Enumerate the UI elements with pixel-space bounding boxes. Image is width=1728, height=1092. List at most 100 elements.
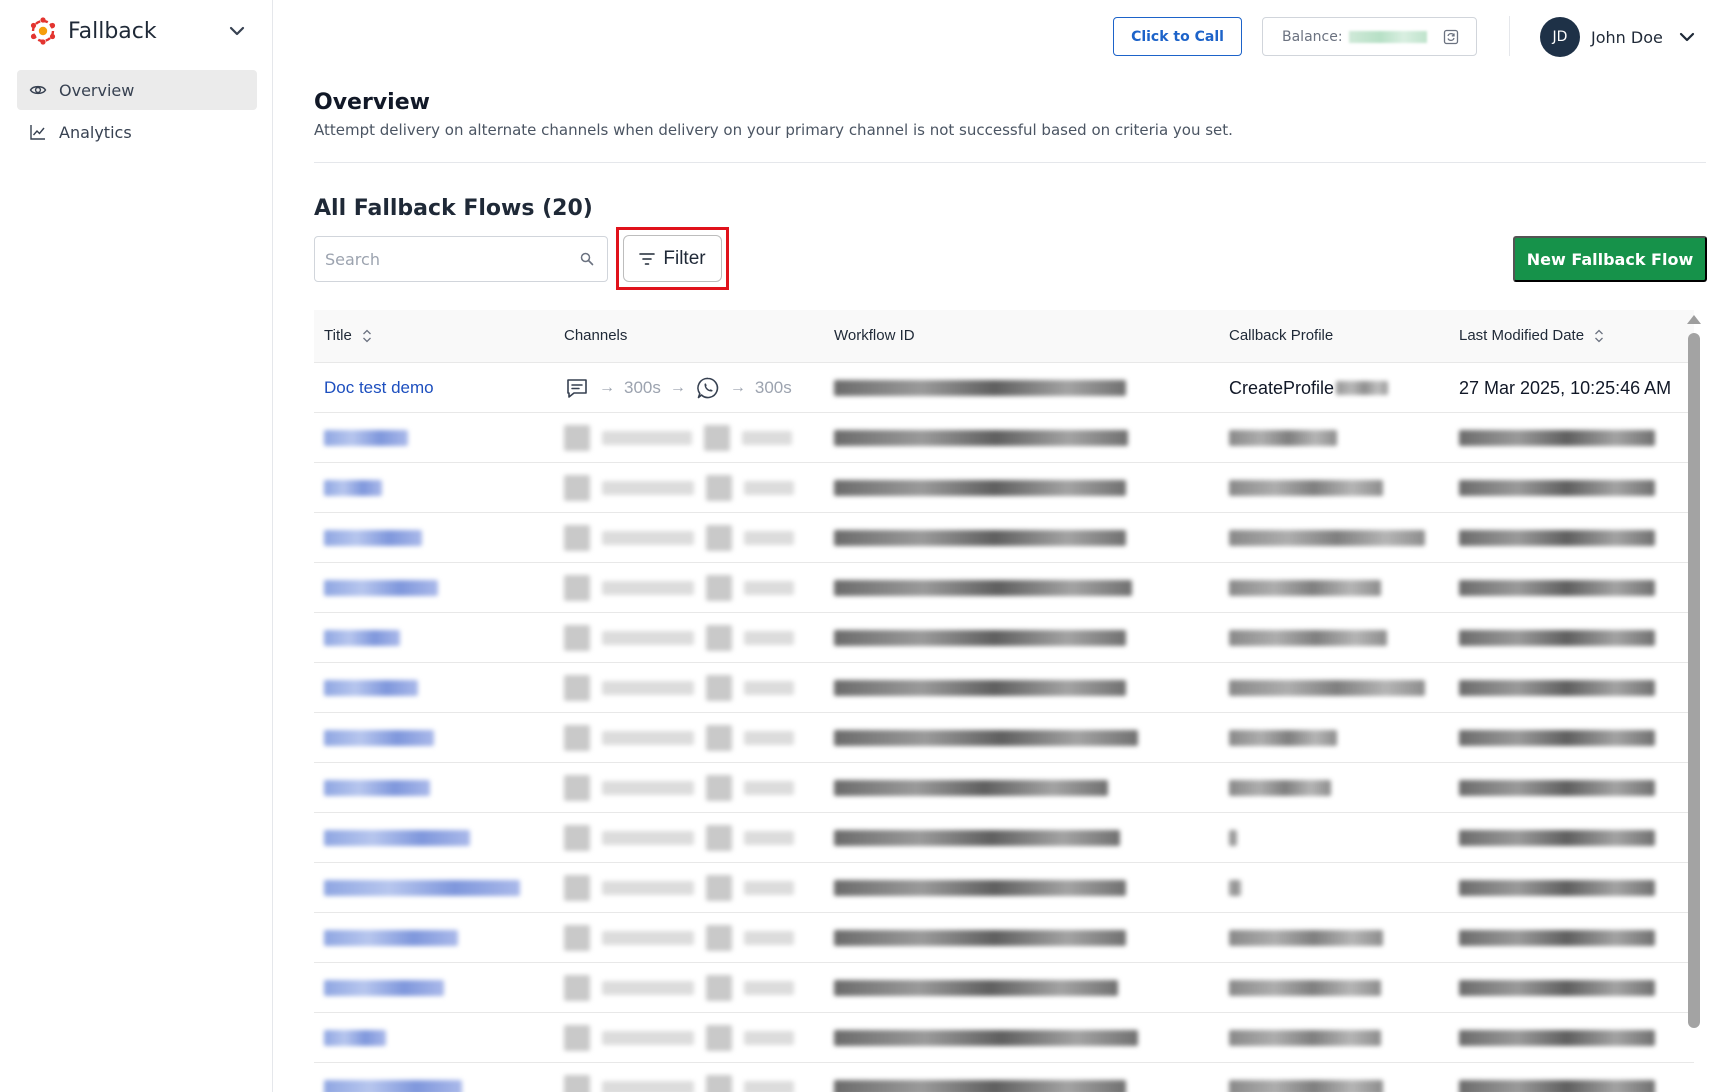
table-row[interactable]	[314, 512, 1694, 562]
redacted-text	[834, 1030, 1138, 1046]
table-row[interactable]: Doc test demo → 300s → → 300s CreateProf…	[314, 362, 1694, 412]
app-name: Fallback	[68, 18, 157, 44]
redacted-text	[744, 681, 794, 695]
redacted-text	[602, 1031, 694, 1045]
redacted-text	[324, 780, 430, 796]
redacted-text	[742, 431, 792, 445]
redacted-text	[744, 731, 794, 745]
redacted-text	[744, 831, 794, 845]
redacted-text	[324, 530, 422, 546]
arrow-right-icon: →	[669, 379, 686, 396]
redacted-text	[834, 580, 1132, 596]
redacted-text	[1459, 630, 1655, 646]
column-header-workflow-id: Workflow ID	[834, 327, 915, 344]
redacted-text	[1229, 430, 1337, 446]
redacted-icon	[706, 625, 732, 651]
redacted-icon	[706, 925, 732, 951]
line-chart-icon	[30, 125, 45, 140]
redacted-text	[834, 980, 1118, 996]
table-row[interactable]	[314, 1062, 1694, 1092]
redacted-text	[834, 880, 1126, 896]
redacted-text	[834, 680, 1126, 696]
table-row[interactable]	[314, 862, 1694, 912]
click-to-call-button[interactable]: Click to Call	[1113, 17, 1242, 56]
table-row[interactable]	[314, 712, 1694, 762]
app-switcher[interactable]: Fallback	[28, 14, 248, 48]
redacted-text	[744, 1081, 794, 1092]
redacted-icon	[564, 975, 590, 1001]
sidebar-nav: Overview Analytics	[17, 70, 257, 154]
redacted-icon	[564, 625, 590, 651]
refresh-icon[interactable]	[1442, 28, 1460, 46]
redacted-text	[1459, 430, 1655, 446]
sidebar-item-analytics[interactable]: Analytics	[17, 112, 257, 152]
redacted-text	[602, 581, 694, 595]
chevron-down-icon[interactable]	[226, 20, 248, 42]
redacted-text	[744, 781, 794, 795]
arrow-right-icon: →	[729, 379, 746, 396]
scrollbar-thumb[interactable]	[1688, 333, 1700, 1028]
sidebar-item-label: Overview	[59, 80, 135, 100]
chevron-down-icon[interactable]	[1677, 27, 1697, 47]
section-title: All Fallback Flows (20)	[314, 196, 593, 221]
redacted-text	[324, 1080, 462, 1092]
column-header-title[interactable]: Title	[324, 327, 372, 344]
redacted-text	[744, 581, 794, 595]
redacted-text	[602, 881, 694, 895]
redacted-text	[744, 1031, 794, 1045]
table-row[interactable]	[314, 612, 1694, 662]
callback-profile-redacted	[1336, 381, 1389, 395]
table-row[interactable]	[314, 662, 1694, 712]
redacted-text	[1459, 1030, 1655, 1046]
table-row[interactable]	[314, 412, 1694, 462]
redacted-icon	[706, 725, 732, 751]
redacted-text	[602, 931, 694, 945]
redacted-text	[1459, 880, 1655, 896]
sidebar-item-overview[interactable]: Overview	[17, 70, 257, 110]
eye-icon	[29, 85, 47, 95]
redacted-text	[834, 730, 1138, 746]
redacted-text	[324, 730, 434, 746]
table-row[interactable]	[314, 812, 1694, 862]
redacted-icon	[706, 1075, 732, 1092]
table-row[interactable]	[314, 762, 1694, 812]
header-divider	[1509, 16, 1510, 56]
search-box	[314, 236, 608, 282]
redacted-icon	[564, 475, 590, 501]
redacted-text	[834, 530, 1126, 546]
redacted-text	[324, 680, 418, 696]
redacted-icon	[706, 775, 732, 801]
column-header-last-modified[interactable]: Last Modified Date	[1459, 327, 1604, 344]
new-fallback-flow-button[interactable]: New Fallback Flow	[1513, 236, 1707, 282]
redacted-text	[744, 931, 794, 945]
redacted-text	[1459, 680, 1655, 696]
redacted-icon	[564, 675, 590, 701]
redacted-icon	[706, 475, 732, 501]
redacted-icon	[706, 1025, 732, 1051]
table-row[interactable]	[314, 962, 1694, 1012]
redacted-text	[602, 531, 694, 545]
table-row[interactable]	[314, 1012, 1694, 1062]
divider	[314, 162, 1706, 163]
redacted-text	[744, 881, 794, 895]
user-menu[interactable]: JD John Doe	[1540, 17, 1697, 57]
filter-button[interactable]: Filter	[623, 235, 722, 282]
sidebar-item-label: Analytics	[59, 122, 132, 142]
filter-label: Filter	[663, 247, 706, 269]
flow-title-link[interactable]: Doc test demo	[324, 378, 434, 398]
redacted-text	[1229, 480, 1383, 496]
table-row[interactable]	[314, 562, 1694, 612]
table-row[interactable]	[314, 912, 1694, 962]
workflow-id-cell	[834, 363, 1126, 413]
redacted-icon	[564, 575, 590, 601]
redacted-text	[834, 1080, 1126, 1092]
table-header: Title Channels Workflow ID Callback Prof…	[314, 310, 1694, 362]
redacted-text	[324, 630, 400, 646]
sort-icon	[1595, 329, 1604, 342]
search-input[interactable]	[315, 239, 555, 279]
redacted-text	[324, 980, 444, 996]
channel-delay: 300s	[754, 378, 792, 397]
table-row[interactable]	[314, 462, 1694, 512]
redacted-text	[324, 830, 470, 846]
scroll-up-arrow-icon[interactable]	[1687, 315, 1701, 324]
